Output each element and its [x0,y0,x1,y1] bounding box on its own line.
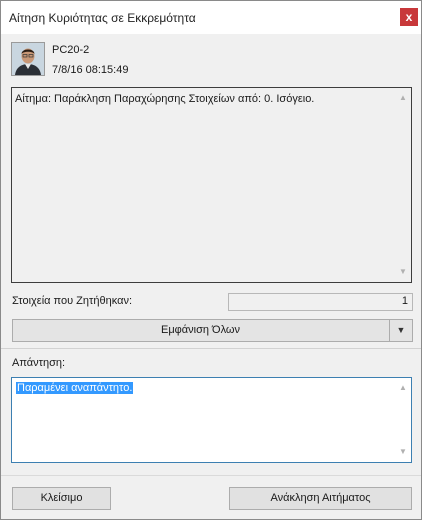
scroll-up-icon[interactable]: ▲ [397,382,409,394]
show-all-button[interactable]: Εμφάνιση Όλων ▼ [12,319,413,342]
close-button[interactable]: Κλείσιμο [12,487,111,510]
scroll-up-icon[interactable]: ▲ [397,92,409,104]
request-timestamp: 7/8/16 08:15:49 [52,64,129,76]
pending-ownership-dialog: Αίτηση Κυριότητας σε Εκκρεμότητα x PC20-… [0,0,422,520]
window-title: Αίτηση Κυριότητας σε Εκκρεμότητα [9,11,196,25]
requested-items-count: 1 [401,295,408,307]
revoke-request-button[interactable]: Ανάκληση Αιτήματος [229,487,412,510]
response-scrollbar[interactable]: ▲ ▼ [397,380,409,460]
requested-items-count-field: 1 [228,293,413,311]
title-bar: Αίτηση Κυριότητας σε Εκκρεμότητα x [1,1,421,34]
avatar [11,42,45,76]
request-message: Αίτημα: Παράκληση Παραχώρησης Στοιχείων … [15,93,315,105]
scroll-down-icon[interactable]: ▼ [397,446,409,458]
request-message-box[interactable]: Αίτημα: Παράκληση Παραχώρησης Στοιχείων … [11,87,412,283]
response-label: Απάντηση: [12,357,66,369]
requesting-user: PC20-2 [52,44,90,56]
response-text: Παραμένει αναπάντητο. [16,382,134,394]
scroll-down-icon[interactable]: ▼ [397,266,409,278]
close-icon[interactable]: x [400,8,418,26]
requested-items-label: Στοιχεία που Ζητήθηκαν: [12,295,133,307]
dialog-footer: Κλείσιμο Ανάκληση Αιτήματος [1,475,421,519]
request-scrollbar[interactable]: ▲ ▼ [397,90,409,280]
show-all-label: Εμφάνιση Όλων [160,324,240,336]
response-input[interactable]: Παραμένει αναπάντητο. ▲ ▼ [11,377,412,463]
divider [1,348,421,349]
chevron-down-icon[interactable]: ▼ [389,320,412,341]
